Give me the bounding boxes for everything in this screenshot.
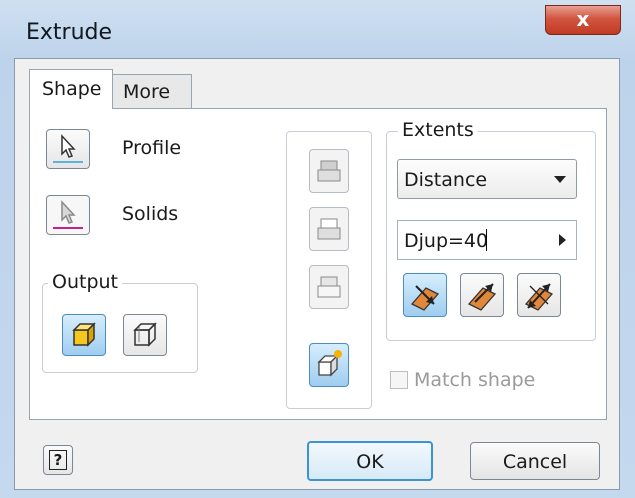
distance-value: Djup=40 bbox=[404, 230, 489, 252]
output-surface-button[interactable] bbox=[123, 314, 167, 356]
tab-more[interactable]: More bbox=[112, 74, 192, 110]
output-solid-button[interactable] bbox=[62, 314, 106, 356]
symmetric-button[interactable] bbox=[517, 273, 561, 317]
cancel-button[interactable]: Cancel bbox=[470, 442, 600, 480]
tab-more-label: More bbox=[123, 81, 171, 103]
output-group-label: Output bbox=[48, 271, 122, 293]
new-solid-icon bbox=[317, 350, 342, 377]
profile-label: Profile bbox=[122, 137, 182, 159]
cut-icon bbox=[317, 218, 341, 240]
distance-field[interactable]: Djup=40 bbox=[397, 220, 577, 260]
direction-default-icon bbox=[410, 285, 440, 311]
direction-1-button[interactable] bbox=[403, 273, 447, 317]
direction-2-button[interactable] bbox=[460, 273, 504, 317]
direction-flipped-icon bbox=[467, 283, 497, 311]
cancel-label: Cancel bbox=[502, 451, 568, 473]
tab-shape-label: Shape bbox=[42, 78, 102, 100]
close-button[interactable]: x bbox=[545, 5, 621, 35]
chevron-down-icon bbox=[554, 176, 566, 183]
profile-select-button[interactable] bbox=[46, 129, 90, 169]
solids-label: Solids bbox=[122, 203, 179, 225]
close-icon: x bbox=[576, 7, 590, 31]
cursor-arrow-icon bbox=[53, 134, 83, 163]
extents-type-dropdown[interactable]: Distance bbox=[397, 159, 577, 199]
title-bar: Extrude x bbox=[0, 0, 635, 58]
surface-cube-icon bbox=[133, 322, 157, 347]
ok-label: OK bbox=[356, 451, 384, 473]
tab-shape[interactable]: Shape bbox=[29, 69, 113, 109]
ok-button[interactable]: OK bbox=[307, 441, 433, 481]
join-button[interactable] bbox=[309, 149, 349, 193]
extents-group-label: Extents bbox=[398, 119, 478, 141]
dialog-client-area: Shape More Profile Solids Output Extents… bbox=[14, 58, 620, 490]
match-shape-checkbox[interactable] bbox=[390, 371, 408, 389]
help-button[interactable]: ? bbox=[43, 445, 73, 475]
extrude-dialog: Extrude x Shape More Profile Solids Outp… bbox=[0, 0, 635, 498]
match-shape-label: Match shape bbox=[414, 369, 536, 391]
window-title: Extrude bbox=[26, 20, 113, 45]
symmetric-icon bbox=[524, 283, 554, 311]
text-caret bbox=[486, 229, 487, 251]
chevron-right-icon[interactable] bbox=[559, 234, 566, 246]
solid-cube-icon bbox=[72, 322, 96, 347]
extents-type-value: Distance bbox=[404, 169, 488, 191]
solids-select-button[interactable] bbox=[46, 195, 90, 235]
help-icon: ? bbox=[49, 450, 67, 470]
shape-tab-panel: Profile Solids Output Extents Distance D… bbox=[29, 108, 607, 420]
cut-button[interactable] bbox=[309, 207, 349, 251]
intersect-button[interactable] bbox=[309, 265, 349, 309]
join-icon bbox=[317, 160, 341, 182]
cursor-arrow-icon bbox=[53, 200, 83, 229]
new-solid-button[interactable] bbox=[309, 343, 349, 387]
intersect-icon bbox=[317, 276, 341, 298]
